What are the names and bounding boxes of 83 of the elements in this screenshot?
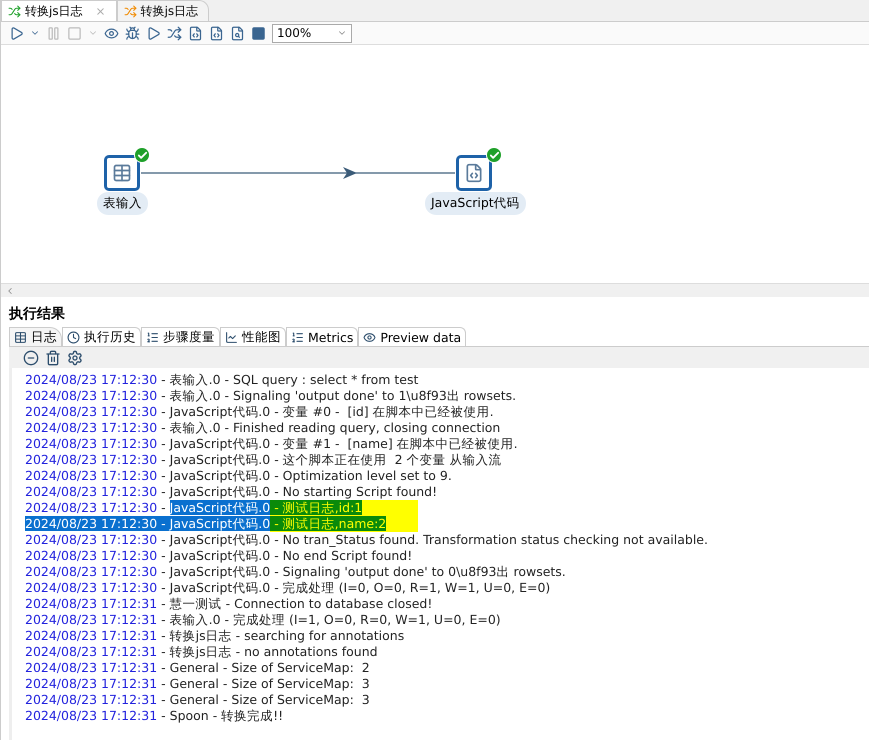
collapse-icon[interactable] (23, 350, 39, 366)
log-message: - 表输入.0 - Finished reading query, closing connection (160, 420, 500, 435)
result-tab[interactable]: 日志 (9, 327, 62, 346)
log-time: 2024/08/23 17:12:30 (25, 484, 158, 499)
log-message: - 转换js日志 - no annotations found (160, 644, 378, 659)
step-node[interactable] (104, 155, 140, 191)
log-time: 2024/08/23 17:12:31 (25, 676, 158, 691)
trash-icon[interactable] (45, 350, 61, 366)
log-message: - 测试日志,id:1 (270, 500, 362, 515)
arrows-icon (124, 4, 137, 18)
tab-icon (67, 330, 80, 344)
arrows-icon[interactable] (167, 26, 182, 40)
log-time: 2024/08/23 17:12:30 (25, 500, 158, 515)
log-message: - 转换js日志 - searching for annotations (160, 628, 404, 643)
result-tab[interactable]: 步骤度量 (141, 327, 220, 346)
step-label: 表输入 (97, 192, 148, 215)
arrows-icon (8, 4, 21, 18)
log-time: 2024/08/23 17:12:30 (25, 388, 158, 403)
log-message: - JavaScript代码.0 (157, 516, 270, 531)
script-icon (464, 163, 484, 183)
script-icon[interactable] (188, 26, 203, 40)
settings-icon[interactable] (67, 350, 83, 366)
log-time: 2024/08/23 17:12:31 (25, 708, 158, 723)
result-tab[interactable]: 性能图 (220, 327, 286, 346)
log-time: 2024/08/23 17:12:30 (25, 580, 158, 595)
log-time: 2024/08/23 17:12:30 (25, 468, 158, 483)
eye-icon[interactable] (104, 26, 119, 40)
log-time: 2024/08/23 17:12:31 (25, 692, 158, 707)
editor-tab[interactable]: 转换js日志 (116, 0, 210, 21)
log-time: 2024/08/23 17:12:30 (25, 404, 158, 419)
log-time: 2024/08/23 17:12:30 (25, 532, 158, 547)
log-time: 2024/08/23 17:12:31 (25, 644, 158, 659)
zoom-select[interactable]: 100% (272, 24, 352, 42)
log-message: - 表输入.0 - SQL query : select * from test (160, 372, 418, 387)
tab-label: 转换js日志 (25, 2, 83, 20)
log-message: - 表输入.0 - Signaling 'output done' to 1\u8f93出 rowsets. (160, 388, 516, 403)
log-message: - 测试日志,name:2 (270, 516, 386, 531)
log-message: - 慧一测试 - Connection to database closed! (160, 596, 432, 611)
log-time: 2024/08/23 17:12:30 (25, 436, 158, 451)
log-message: - (160, 500, 167, 515)
step-label: JavaScript代码 (425, 192, 526, 215)
table-icon (112, 163, 132, 183)
log-message: - JavaScript代码.0 - No end Script found! (160, 548, 412, 563)
tab-icon (291, 330, 304, 344)
log-message: - Spoon - 转换完成!! (160, 708, 284, 723)
log-time: 2024/08/23 17:12:30 (25, 420, 158, 435)
log-time: 2024/08/23 17:12:31 (25, 660, 158, 675)
log-time: 2024/08/23 17:12:31 (25, 612, 158, 627)
step-node[interactable] (456, 155, 492, 191)
result-tab[interactable]: Metrics (286, 327, 358, 346)
log-message: - JavaScript代码.0 - Optimization level set to 9. (160, 468, 452, 483)
tab-label: 转换js日志 (140, 2, 198, 20)
log-time: 2024/08/23 17:12:31 (25, 628, 158, 643)
log-message: - JavaScript代码.0 - 变量 #0 - [id] 在脚本中已经被使用. (160, 404, 494, 419)
log-message: - JavaScript代码.0 - Signaling 'output done' to 0\u8f93出 rowsets. (160, 564, 566, 579)
log-time: 2024/08/23 17:12:30 (25, 548, 158, 563)
tab-icon (225, 330, 238, 344)
log-time: 2024/08/23 17:12:30 (25, 564, 158, 579)
log-time: 2024/08/23 17:12:30 (25, 372, 158, 387)
editor-tab[interactable]: 转换js日志 (1, 0, 117, 21)
log-time: 2024/08/23 17:12:30 (25, 452, 158, 467)
search-icon[interactable] (230, 26, 245, 40)
log-time: 2024/08/23 17:12:30 (25, 516, 158, 531)
tab-icon (146, 330, 159, 344)
result-tab[interactable]: Preview data (358, 327, 466, 346)
panel-title: 执行结果 (8, 305, 66, 324)
result-tab[interactable]: 执行历史 (62, 327, 141, 346)
log-message: - General - Size of ServiceMap: 3 (160, 676, 370, 691)
log-message: - JavaScript代码.0 - 变量 #1 - [name] 在脚本中已经被使用. (160, 436, 518, 451)
log-message: - JavaScript代码.0 - No starting Script found! (160, 484, 438, 499)
log-message: - JavaScript代码.0 - No tran_Status found. Transformation status checking not available. (160, 532, 708, 547)
tab-icon (14, 330, 27, 344)
log-message: - General - Size of ServiceMap: 3 (160, 692, 370, 707)
log-message: JavaScript代码.0 (170, 500, 270, 515)
bug-icon[interactable] (125, 26, 140, 40)
log-message: - JavaScript代码.0 - 这个脚本正在使用 2 个变量 从输入流 (160, 452, 502, 467)
log-message: - 表输入.0 - 完成处理 (I=1, O=0, R=0, W=1, U=0, E=0) (160, 612, 501, 627)
run-icon[interactable] (9, 26, 24, 40)
log-message: - JavaScript代码.0 - 完成处理 (I=0, O=0, R=1, W=1, U=0, E=0) (160, 580, 550, 595)
tab-icon (363, 330, 376, 344)
log-message: - General - Size of ServiceMap: 2 (160, 660, 370, 675)
script-icon[interactable] (209, 26, 224, 40)
log-time: 2024/08/23 17:12:31 (25, 596, 158, 611)
